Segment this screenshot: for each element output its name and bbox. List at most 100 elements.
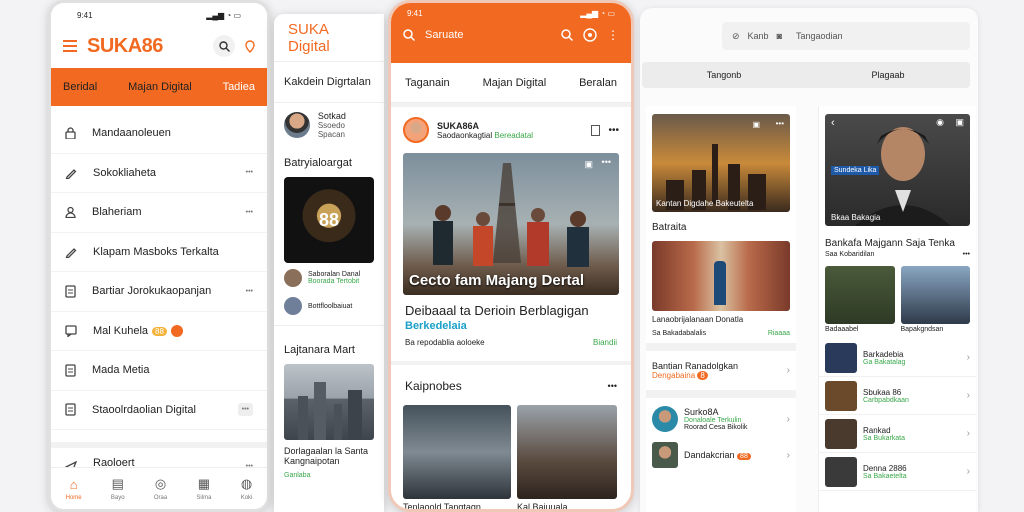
person-row[interactable]: Surko8A Donaloale Terkulin Roorad Cesa B… xyxy=(646,398,796,440)
globe-icon[interactable] xyxy=(583,28,597,42)
chevron-right-icon[interactable]: › xyxy=(787,365,790,376)
thumb-card[interactable]: Badaaabel xyxy=(825,266,895,333)
list-thumb xyxy=(825,456,857,487)
user-icon xyxy=(65,206,76,219)
menu-item[interactable]: Klapam Masboks Terkalta xyxy=(51,233,267,272)
chevron-right-icon[interactable]: › xyxy=(787,414,790,425)
more-vertical-icon[interactable]: ⋮ xyxy=(607,28,619,42)
album-image[interactable]: 88 xyxy=(284,177,374,263)
phone-digital-screen: SUKA Digital Kakdein Digrtalan Sotkad Sso… xyxy=(274,14,384,512)
more-icon[interactable]: ••• xyxy=(963,251,970,258)
hamburger-icon[interactable] xyxy=(63,40,77,52)
caption-sub: Ganlaba xyxy=(284,472,311,479)
list-item[interactable]: Rankad Sa Bukarkata › xyxy=(819,415,976,453)
list-item-text: Denna 2886 Sa Bakaetelta xyxy=(863,464,961,480)
menu-item[interactable]: Sokokliaheta ••• xyxy=(51,154,267,193)
doc-icon xyxy=(65,403,76,416)
more-icon[interactable]: ••• xyxy=(246,169,253,176)
tab-2[interactable]: Majan Digital xyxy=(128,81,192,93)
list-item-sub: Carbpabdkaan xyxy=(863,396,909,404)
bookmark-icon[interactable] xyxy=(591,124,601,136)
tab-1[interactable]: Beridal xyxy=(63,81,97,93)
screen-tab[interactable]: Kakdein Digrtalan xyxy=(274,62,384,103)
tab-2[interactable]: Majan Digital xyxy=(483,77,547,89)
more-icon[interactable]: ••• xyxy=(602,157,611,167)
person-sub: Donaloale Terkulin xyxy=(684,417,742,424)
search-icon[interactable] xyxy=(561,29,573,41)
video-caption: Bkaa Bakagia xyxy=(831,213,881,222)
menu-item[interactable]: Mada Metia xyxy=(51,351,267,391)
menu-item[interactable]: Mandaanoleuen xyxy=(51,114,267,154)
caption: Dorlagaalan la Santa Kangnaipotan xyxy=(284,446,369,466)
headline[interactable]: Deibaaal ta Derioin Berblagigan xyxy=(391,295,631,318)
more-icon[interactable]: ••• xyxy=(608,381,617,391)
portrait-video[interactable]: ‹ ◉ ▣ Sundeka Lika Bkaa Bakagia xyxy=(825,114,970,226)
post-meta: Ba repodablia aoloeke Biandii xyxy=(391,334,631,351)
chevron-right-icon[interactable]: › xyxy=(787,450,790,461)
record-icon[interactable]: ◉ xyxy=(936,117,944,128)
search-icon[interactable] xyxy=(213,35,235,57)
chevron-right-icon[interactable]: › xyxy=(967,428,970,439)
image-caption: Kantan Digdahe Bakeutelta xyxy=(656,199,754,208)
chevron-right-icon[interactable]: › xyxy=(967,390,970,401)
thumb-caption: Bapakgndsan xyxy=(900,326,944,333)
menu-item[interactable]: Mal Kuhela 88 xyxy=(51,312,267,351)
nav-item-label: Silma xyxy=(196,495,212,501)
nav-item-label: Bayo xyxy=(110,495,125,501)
nav-item[interactable]: ◎ Oraa xyxy=(154,476,167,501)
nav-item[interactable]: ◍ Koki xyxy=(241,476,253,501)
avatar[interactable] xyxy=(403,117,429,143)
thumb-caption: Badaaabel xyxy=(825,326,859,333)
menu-item[interactable]: Bartiar Jorokukaopanjan ••• xyxy=(51,272,267,312)
thumb-card[interactable]: Tenlaoold Tangtagn xyxy=(403,405,511,509)
menu-item-text: Mandaanoleuen xyxy=(92,127,171,140)
back-icon[interactable]: ‹ xyxy=(831,117,835,129)
more-icon[interactable]: ••• xyxy=(608,125,619,136)
list-item[interactable]: Saboralan Danal Boorada Tertobit xyxy=(274,263,384,293)
status-time: 9:41 xyxy=(407,9,423,18)
row-item[interactable]: Bantian Ranadolgkan Dengabaina 8 › xyxy=(646,351,796,390)
city-image[interactable] xyxy=(284,364,374,440)
thumb-card[interactable]: Bapakgndsan xyxy=(900,266,970,333)
article-list: Barkadebia Ga Bakatalag › Sbukaa 86 Carbpabd… xyxy=(819,339,976,491)
menu-item[interactable]: Staoolrdaolian Digital ••• xyxy=(51,391,267,430)
list-item[interactable]: Denna 2886 Sa Bakaetelta › xyxy=(819,453,976,491)
thumb-image xyxy=(825,266,895,324)
location-icon[interactable] xyxy=(245,39,255,53)
list-item[interactable]: Barkadebia Ga Bakatalag › xyxy=(819,339,976,377)
tab-1[interactable]: Taganain xyxy=(405,77,450,89)
tab-3[interactable]: Beralan xyxy=(579,77,617,89)
chevron-right-icon[interactable]: › xyxy=(967,352,970,363)
nav-item[interactable]: ▦ Silma xyxy=(196,476,211,501)
nav-item[interactable]: ▤ Bayo xyxy=(111,476,125,501)
panel-tab-1[interactable]: Tangonb xyxy=(642,70,806,80)
tablet-panel: ⊘ Kanb ◙ Tangaodian Tangonb Plagaab ▣ ••… xyxy=(640,8,978,512)
video-icon[interactable]: ▣ xyxy=(955,117,964,128)
profile-row[interactable]: Sotkad Ssoedo Spacan xyxy=(274,103,384,147)
list-item[interactable]: Sbukaa 86 Carbpabdkaan › xyxy=(819,377,976,415)
panel-tabs: Tangonb Plagaab xyxy=(642,62,970,88)
thumb-card[interactable]: Kal Bajuuala xyxy=(517,405,617,509)
menu-item[interactable]: Blaheriam ••• xyxy=(51,193,267,233)
more-icon[interactable]: ••• xyxy=(237,403,253,417)
status-time: 9:41 xyxy=(77,11,93,20)
sunset-image[interactable]: ▣ ••• Kantan Digdahe Bakeutelta xyxy=(652,114,790,212)
more-icon[interactable]: ••• xyxy=(776,119,784,128)
lock-icon xyxy=(65,127,76,140)
video-icon[interactable]: ▣ xyxy=(584,159,593,170)
list-item[interactable]: Bottfloolbaiuat xyxy=(274,293,384,319)
tab-3[interactable]: Tadiea xyxy=(223,81,255,93)
panel-tab-2[interactable]: Plagaab xyxy=(806,70,970,80)
more-icon[interactable]: ••• xyxy=(246,209,253,216)
search-bar[interactable]: ⊘ Kanb ◙ Tangaodian xyxy=(722,22,970,50)
more-icon[interactable]: ••• xyxy=(246,288,253,295)
video-icon[interactable]: ▣ xyxy=(752,120,760,129)
row-sub: Dengabaina xyxy=(652,371,696,380)
search-icon[interactable] xyxy=(403,29,415,41)
train-image[interactable] xyxy=(652,241,790,311)
chevron-right-icon[interactable]: › xyxy=(967,466,970,477)
hero-image[interactable]: ▣ ••• Cecto fam Majang Dertal xyxy=(403,153,619,295)
search-input[interactable]: Saruate xyxy=(425,29,551,41)
person-row[interactable]: Dandakcrian 88 › xyxy=(646,440,796,470)
nav-item[interactable]: ⌂ Home xyxy=(66,477,82,501)
